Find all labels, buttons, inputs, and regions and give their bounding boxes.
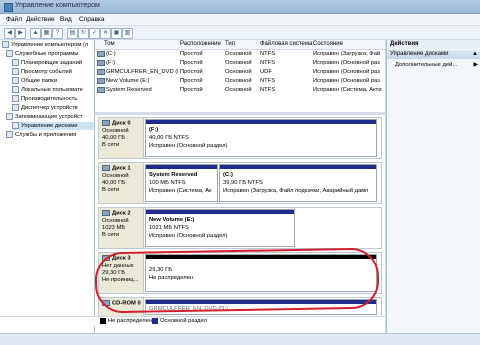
volume-table-header: Том Расположение Тип Файловая система Со… (95, 40, 385, 50)
volume-icon (97, 60, 105, 66)
back-icon[interactable]: ◀ (4, 28, 15, 39)
computer-management-window: Управление компьютером Файл Действие Вид… (0, 0, 480, 345)
tree-event-viewer[interactable]: Просмотр событий (12, 68, 94, 76)
computer-icon (2, 41, 9, 48)
tree-disk-management[interactable]: Управление дисками (12, 122, 94, 130)
disk-2-info[interactable]: Диск 2 Основной 1023 МБ В сети (99, 208, 144, 248)
app-icon (4, 3, 13, 12)
view-icon[interactable]: ▥ (122, 28, 133, 39)
primary-partition-bar (146, 210, 294, 214)
table-row[interactable]: (C:) Простой Основной NTFS Исправен (Заг… (95, 50, 385, 58)
primary-partition-bar (146, 120, 376, 124)
primary-partition-bar (146, 165, 217, 169)
legend: Не распределен Основной раздел (0, 316, 385, 326)
disk-icon (102, 165, 110, 171)
tree-device-manager[interactable]: Диспетчер устройств (12, 104, 94, 112)
table-row[interactable]: New Volume (E:) Простой Основной NTFS Ис… (95, 77, 385, 85)
forward-icon[interactable]: ▶ (15, 28, 26, 39)
users-icon (12, 86, 19, 93)
tree-services[interactable]: Службы и приложения (6, 131, 94, 139)
show-tree-icon[interactable]: ▦ (41, 28, 52, 39)
tools-icon (6, 50, 13, 57)
clock-icon (12, 59, 19, 66)
menu-help[interactable]: Справка (79, 16, 105, 23)
device-icon (12, 104, 19, 111)
storage-icon (6, 113, 13, 120)
volume-icon (97, 51, 105, 57)
services-icon (6, 131, 13, 138)
disk-0-info[interactable]: Диск 0 Основной 40,00 ГБ В сети (99, 118, 144, 158)
tree-system-tools[interactable]: Служебные программы (6, 50, 94, 58)
menu-action[interactable]: Действие (26, 16, 55, 23)
actions-pane: Действия Управление дисками ▲ Дополнитель… (386, 40, 480, 340)
tree-local-users[interactable]: Локальные пользовате (12, 86, 94, 94)
actions-header: Действия (387, 40, 480, 49)
disk-icon (102, 210, 110, 216)
refresh-icon[interactable]: ↻ (78, 28, 89, 39)
performance-icon (12, 95, 19, 102)
col-filesystem[interactable]: Файловая система (260, 41, 312, 47)
collapse-icon: ▲ (472, 51, 478, 57)
volume-icon (97, 69, 105, 75)
tree-performance[interactable]: Производительность (12, 95, 94, 103)
table-row[interactable]: GRMCULFRER_EN_DVD (D:) Простой Основной … (95, 68, 385, 76)
partition-e[interactable]: New Volume (E:) 1021 МБ NTFS Исправен (О… (145, 209, 295, 247)
red-highlight-annotation (94, 247, 380, 314)
table-row[interactable]: (F:) Простой Основной NTFS Исправен (Осн… (95, 59, 385, 67)
disk-2: Диск 2 Основной 1023 МБ В сети New Volum… (98, 207, 382, 249)
volume-icon (97, 78, 105, 84)
volume-icon (97, 87, 105, 93)
partition-c[interactable]: (C:) 39,90 ГБ NTFS Исправен (Загрузка, Ф… (219, 164, 377, 202)
disk-1-info[interactable]: Диск 1 Основной 40,00 ГБ В сети (99, 163, 144, 203)
primary-partition-bar (220, 165, 376, 169)
col-type[interactable]: Тип (225, 41, 235, 47)
table-row[interactable]: System Reserved Простой Основной NTFS Ис… (95, 86, 385, 94)
disk-0: Диск 0 Основной 40,00 ГБ В сети (F:) 40,… (98, 117, 382, 159)
partition-system-reserved[interactable]: System Reserved 100 МБ NTFS Исправен (Си… (145, 164, 218, 202)
col-volume[interactable]: Том (104, 41, 115, 47)
up-icon[interactable]: ▲ (30, 28, 41, 39)
properties-icon[interactable]: ▤ (67, 28, 78, 39)
navigation-tree: Управление компьютером (л Служебные прог… (0, 40, 95, 340)
disk-1: Диск 1 Основной 40,00 ГБ В сети System R… (98, 162, 382, 204)
disk-icon (102, 120, 110, 126)
help-icon[interactable]: ? (52, 28, 63, 39)
folder-icon (12, 77, 19, 84)
new-icon[interactable]: ▣ (111, 28, 122, 39)
more-actions[interactable]: Дополнительные дей... ▶ (387, 61, 480, 70)
menu-view[interactable]: Вид (60, 16, 72, 23)
menu-bar: Файл Действие Вид Справка (0, 14, 480, 26)
primary-swatch (152, 318, 158, 324)
actions-section-disk-management[interactable]: Управление дисками ▲ (387, 50, 480, 59)
event-icon (12, 68, 19, 75)
export-icon[interactable]: ✓ (89, 28, 100, 39)
delete-icon[interactable]: ✕ (100, 28, 111, 39)
toolbar: ◀ ▶ ▲ ▦ ? ▤ ↻ ✓ ✕ ▣ ▥ (0, 26, 480, 40)
col-layout[interactable]: Расположение (180, 41, 221, 47)
window-title: Управление компьютером (15, 2, 100, 9)
tree-shared-folders[interactable]: Общие папки (12, 77, 94, 85)
tree-root[interactable]: Управление компьютером (л (2, 41, 94, 49)
tree-storage[interactable]: Запоминающие устройст (6, 113, 94, 121)
col-status[interactable]: Состояние (313, 41, 343, 47)
chevron-right-icon: ▶ (473, 62, 478, 68)
partition-f[interactable]: (F:) 40,00 ГБ NTFS Исправен (Основной ра… (145, 119, 377, 157)
unallocated-swatch (100, 318, 106, 324)
menu-file[interactable]: Файл (6, 16, 22, 23)
tree-task-scheduler[interactable]: Планировщик заданий (12, 59, 94, 67)
status-bar (0, 333, 480, 345)
title-bar[interactable]: Управление компьютером (0, 0, 480, 14)
disk-icon (12, 122, 19, 129)
